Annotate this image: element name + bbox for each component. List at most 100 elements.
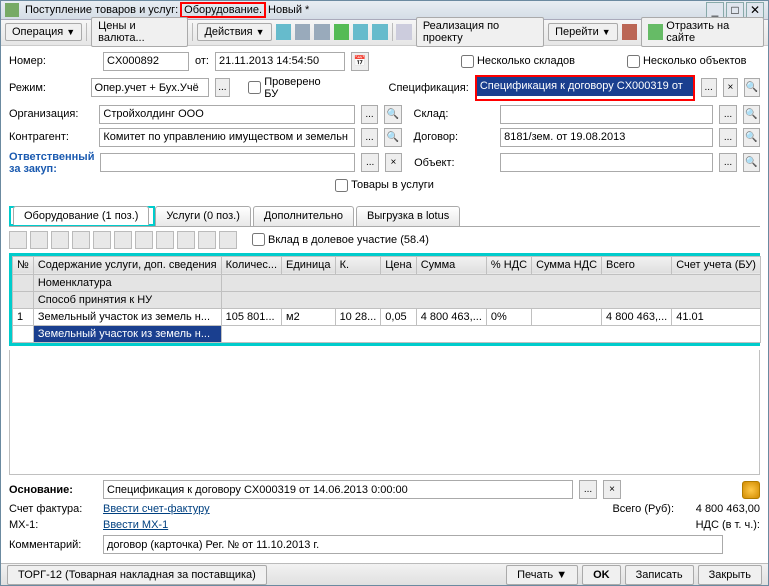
col-total[interactable]: Всего bbox=[602, 256, 672, 274]
warehouse-input[interactable] bbox=[500, 105, 713, 124]
down-icon[interactable] bbox=[114, 231, 132, 249]
total-label: Всего (Руб): bbox=[612, 503, 674, 515]
col-n[interactable]: № bbox=[13, 256, 34, 274]
org-label: Организация: bbox=[9, 108, 93, 120]
dogovor-select[interactable]: ... bbox=[719, 128, 736, 147]
maximize-button[interactable]: □ bbox=[726, 2, 744, 18]
copy-icon[interactable] bbox=[353, 24, 368, 40]
object-select[interactable]: ... bbox=[719, 153, 736, 172]
minimize-button[interactable]: _ bbox=[706, 2, 724, 18]
date-input[interactable] bbox=[215, 52, 345, 71]
dt-kt-icon[interactable] bbox=[622, 24, 637, 40]
spec-lookup[interactable]: 🔍 bbox=[744, 78, 760, 97]
osn-select[interactable]: ... bbox=[579, 480, 597, 499]
col-vatsum[interactable]: Сумма НДС bbox=[532, 256, 602, 274]
dogovor-label: Договор: bbox=[414, 131, 495, 143]
col-vat[interactable]: % НДС bbox=[486, 256, 531, 274]
actions-menu[interactable]: Действия▼ bbox=[197, 23, 271, 41]
warehouse-lookup[interactable]: 🔍 bbox=[743, 105, 760, 124]
torg12-button[interactable]: ТОРГ-12 (Товарная накладная за поставщик… bbox=[7, 565, 267, 585]
number-input[interactable] bbox=[103, 52, 189, 71]
up-icon[interactable] bbox=[93, 231, 111, 249]
paste-icon[interactable] bbox=[372, 24, 387, 40]
osn-clear[interactable]: × bbox=[603, 480, 621, 499]
table-row[interactable]: 1 Земельный участок из земель н... 105 8… bbox=[13, 308, 761, 325]
close-button-bottom[interactable]: Закрыть bbox=[698, 565, 762, 585]
col-acc[interactable]: Счет учета (БУ) bbox=[672, 256, 761, 274]
goto-menu[interactable]: Перейти▼ bbox=[548, 23, 618, 41]
tab-lotus[interactable]: Выгрузка в lotus bbox=[356, 206, 460, 226]
edit-row-icon[interactable] bbox=[30, 231, 48, 249]
copy-row-icon[interactable] bbox=[72, 231, 90, 249]
checked-bu[interactable]: Проверено БУ bbox=[248, 76, 325, 100]
subheader-nom: Номенклатура bbox=[33, 274, 221, 291]
col-qty[interactable]: Количес... bbox=[221, 256, 281, 274]
spec-clear[interactable]: × bbox=[723, 78, 739, 97]
sort-desc-icon[interactable] bbox=[156, 231, 174, 249]
tab-equipment[interactable]: Оборудование (1 поз.) bbox=[13, 206, 149, 225]
multi-object-check[interactable]: Несколько объектов bbox=[627, 55, 747, 68]
tab-services[interactable]: Услуги (0 поз.) bbox=[155, 206, 250, 226]
close-button[interactable]: ✕ bbox=[746, 2, 764, 18]
refresh-icon[interactable] bbox=[334, 24, 349, 40]
dogovor-lookup[interactable]: 🔍 bbox=[743, 128, 760, 147]
prices-button[interactable]: Цены и валюта... bbox=[91, 17, 188, 47]
col-k[interactable]: К. bbox=[335, 256, 381, 274]
realisation-button[interactable]: Реализация по проекту bbox=[416, 17, 544, 47]
table-row-selected[interactable]: Земельный участок из земель н... bbox=[13, 325, 761, 342]
vklad-check[interactable]: Вклад в долевое участие (58.4) bbox=[252, 233, 429, 246]
resp-select[interactable]: ... bbox=[361, 153, 378, 172]
title-suffix: Новый * bbox=[266, 4, 311, 16]
number-label: Номер: bbox=[9, 55, 97, 67]
col-sum[interactable]: Сумма bbox=[416, 256, 486, 274]
col-content[interactable]: Содержание услуги, доп. сведения bbox=[33, 256, 221, 274]
spec-select[interactable]: ... bbox=[701, 78, 717, 97]
dogovor-input[interactable] bbox=[500, 128, 713, 147]
more3-icon[interactable] bbox=[219, 231, 237, 249]
add-row-icon[interactable] bbox=[9, 231, 27, 249]
contr-select[interactable]: ... bbox=[361, 128, 378, 147]
comment-input[interactable] bbox=[103, 535, 723, 554]
del-row-icon[interactable] bbox=[51, 231, 69, 249]
spec-value[interactable]: Спецификация к договору CX000319 от 14 bbox=[477, 77, 693, 96]
sf-label: Счет фактура: bbox=[9, 503, 97, 515]
calendar-button[interactable]: 📅 bbox=[351, 52, 369, 71]
nav-fwd-icon[interactable] bbox=[314, 24, 329, 40]
reflect-button[interactable]: Отразить на сайте bbox=[641, 17, 764, 47]
subheader-nu: Способ принятия к НУ bbox=[33, 291, 221, 308]
resp-input[interactable] bbox=[100, 153, 355, 172]
save-icon[interactable] bbox=[276, 24, 291, 40]
print-button[interactable]: Печать ▼ bbox=[506, 565, 578, 585]
mode-label: Режим: bbox=[9, 82, 85, 94]
tab-additional[interactable]: Дополнительно bbox=[253, 206, 354, 226]
multi-warehouse-check[interactable]: Несколько складов bbox=[461, 55, 575, 68]
warehouse-select[interactable]: ... bbox=[719, 105, 736, 124]
search-icon[interactable] bbox=[396, 24, 411, 40]
comment-label: Комментарий: bbox=[9, 539, 97, 551]
org-input[interactable] bbox=[99, 105, 354, 124]
sf-link[interactable]: Ввести счет-фактуру bbox=[103, 503, 210, 515]
osn-input[interactable] bbox=[103, 480, 573, 499]
contr-lookup[interactable]: 🔍 bbox=[384, 128, 401, 147]
gold-icon[interactable] bbox=[742, 481, 760, 499]
contr-input[interactable] bbox=[99, 128, 354, 147]
ok-button[interactable]: OK bbox=[582, 565, 621, 585]
col-price[interactable]: Цена bbox=[381, 256, 416, 274]
org-lookup[interactable]: 🔍 bbox=[384, 105, 401, 124]
mx-link[interactable]: Ввести MX-1 bbox=[103, 519, 168, 531]
resp-clear[interactable]: × bbox=[385, 153, 402, 172]
contr-label: Контрагент: bbox=[9, 131, 93, 143]
object-input[interactable] bbox=[500, 153, 713, 172]
goods-services-check[interactable]: Товары в услуги bbox=[335, 179, 434, 192]
operation-menu[interactable]: Операция▼ bbox=[5, 23, 82, 41]
mode-select[interactable]: ... bbox=[215, 78, 231, 97]
sort-asc-icon[interactable] bbox=[135, 231, 153, 249]
write-button[interactable]: Записать bbox=[625, 565, 694, 585]
object-lookup[interactable]: 🔍 bbox=[743, 153, 760, 172]
col-unit[interactable]: Единица bbox=[282, 256, 336, 274]
more2-icon[interactable] bbox=[198, 231, 216, 249]
org-select[interactable]: ... bbox=[361, 105, 378, 124]
mode-input[interactable] bbox=[91, 78, 209, 97]
nav-back-icon[interactable] bbox=[295, 24, 310, 40]
more1-icon[interactable] bbox=[177, 231, 195, 249]
